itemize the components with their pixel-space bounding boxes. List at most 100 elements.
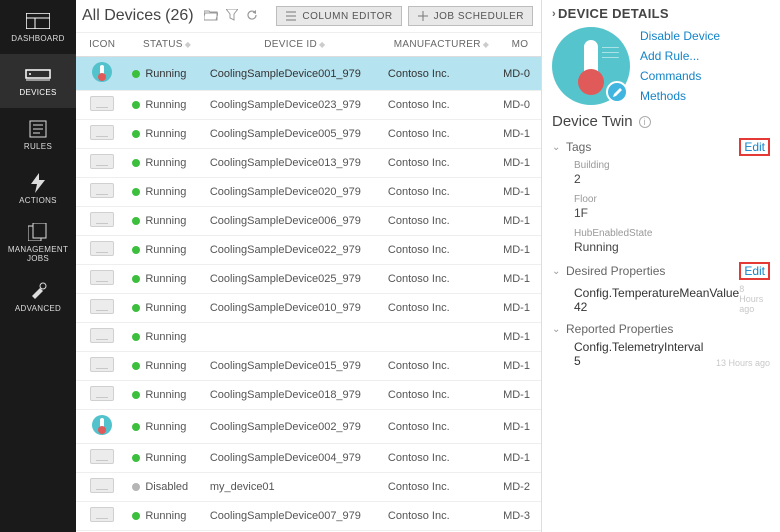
status-text: Running: [145, 128, 186, 140]
cell-model: MD-1: [499, 265, 541, 294]
device-box-icon: [90, 212, 114, 227]
status-dot-icon: [132, 70, 140, 78]
cell-device-id: [206, 323, 384, 352]
methods-link[interactable]: Methods: [640, 89, 720, 103]
table-row[interactable]: Disabled my_device01 Contoso Inc. MD-2: [76, 473, 541, 502]
advanced-icon: [25, 282, 51, 300]
cell-status: Disabled: [128, 473, 206, 502]
status-dot-icon: [132, 304, 140, 312]
table-row[interactable]: Running CoolingSampleDevice010_979 Conto…: [76, 294, 541, 323]
cell-model: MD-1: [499, 178, 541, 207]
main-panel: All Devices (26) COLUMN EDITOR JOB SCHED…: [76, 0, 542, 532]
sidebar-item-actions[interactable]: ACTIONS: [0, 162, 76, 216]
device-box-icon: [90, 328, 114, 343]
cell-model: MD-1: [499, 410, 541, 444]
table-row[interactable]: Running CoolingSampleDevice001_979 Conto…: [76, 57, 541, 91]
table-row[interactable]: Running CoolingSampleDevice018_979 Conto…: [76, 381, 541, 410]
sidebar-item-devices[interactable]: DEVICES: [0, 54, 76, 108]
col-device-id[interactable]: DEVICE ID◆: [206, 33, 384, 57]
cell-manufacturer: Contoso Inc.: [384, 120, 499, 149]
status-dot-icon: [132, 101, 140, 109]
group-reported-header[interactable]: ⌄ Reported Properties: [552, 322, 770, 336]
cell-status: Running: [128, 410, 206, 444]
cell-model: MD-1: [499, 381, 541, 410]
col-model[interactable]: MO: [499, 33, 541, 57]
timeago: 8 Hours ago: [739, 284, 770, 314]
table-row[interactable]: Running CoolingSampleDevice023_979 Conto…: [76, 91, 541, 120]
table-row[interactable]: Running CoolingSampleDevice005_979 Conto…: [76, 120, 541, 149]
device-box-icon: [90, 154, 114, 169]
folder-open-icon[interactable]: [204, 9, 218, 24]
cell-icon: [76, 381, 128, 410]
table-row[interactable]: Running CoolingSampleDevice004_979 Conto…: [76, 444, 541, 473]
table-row[interactable]: Running MD-1: [76, 323, 541, 352]
table-row[interactable]: Running CoolingSampleDevice007_979 Conto…: [76, 502, 541, 531]
disable-device-link[interactable]: Disable Device: [640, 29, 720, 43]
status-text: Running: [145, 360, 186, 372]
sidebar-item-management-jobs[interactable]: MANAGEMENT JOBS: [0, 216, 76, 270]
col-status[interactable]: STATUS◆: [128, 33, 206, 57]
group-tags-header[interactable]: ⌄ Tags Edit: [552, 138, 770, 156]
cell-device-id: CoolingSampleDevice022_979: [206, 236, 384, 265]
cell-status: Running: [128, 178, 206, 207]
filter-icon[interactable]: [226, 9, 238, 24]
cell-device-id: CoolingSampleDevice013_979: [206, 149, 384, 178]
status-text: Disabled: [145, 481, 188, 493]
cell-model: MD-1: [499, 236, 541, 265]
status-text: Running: [145, 452, 186, 464]
edit-desired-link[interactable]: Edit: [744, 264, 765, 278]
cell-device-id: CoolingSampleDevice007_979: [206, 502, 384, 531]
cell-manufacturer: Contoso Inc.: [384, 91, 499, 120]
sidebar-item-advanced[interactable]: ADVANCED: [0, 270, 76, 324]
cell-status: Running: [128, 381, 206, 410]
sidebar-label: DASHBOARD: [11, 34, 64, 43]
table-row[interactable]: Running CoolingSampleDevice002_979 Conto…: [76, 410, 541, 444]
info-icon[interactable]: i: [639, 116, 651, 128]
cell-model: MD-0: [499, 57, 541, 91]
add-rule-link[interactable]: Add Rule...: [640, 49, 720, 63]
table-row[interactable]: Running CoolingSampleDevice013_979 Conto…: [76, 149, 541, 178]
cell-model: MD-1: [499, 352, 541, 381]
group-desired-header[interactable]: ⌄ Desired Properties Edit: [552, 262, 770, 280]
table-row[interactable]: Running CoolingSampleDevice006_979 Conto…: [76, 207, 541, 236]
cell-model: MD-0: [499, 91, 541, 120]
sidebar-item-rules[interactable]: RULES: [0, 108, 76, 162]
cell-icon: [76, 57, 128, 91]
commands-link[interactable]: Commands: [640, 69, 720, 83]
cell-icon: [76, 236, 128, 265]
table-row[interactable]: Running CoolingSampleDevice015_979 Conto…: [76, 352, 541, 381]
actions-icon: [25, 174, 51, 192]
col-icon[interactable]: ICON: [76, 33, 128, 57]
col-manufacturer[interactable]: MANUFACTURER◆: [384, 33, 499, 57]
device-box-icon: [90, 507, 114, 522]
cell-manufacturer: Contoso Inc.: [384, 502, 499, 531]
cell-device-id: CoolingSampleDevice010_979: [206, 294, 384, 323]
cell-model: MD-1: [499, 294, 541, 323]
cell-status: Running: [128, 444, 206, 473]
cell-icon: [76, 444, 128, 473]
group-title: Reported Properties: [566, 322, 770, 336]
sidebar-item-dashboard[interactable]: DASHBOARD: [0, 0, 76, 54]
topbar: All Devices (26) COLUMN EDITOR JOB SCHED…: [76, 0, 541, 33]
edit-avatar-button[interactable]: [606, 81, 628, 103]
table-row[interactable]: Running CoolingSampleDevice022_979 Conto…: [76, 236, 541, 265]
devices-icon: [25, 66, 51, 84]
column-editor-button[interactable]: COLUMN EDITOR: [276, 6, 401, 26]
reported-prop: Config.TelemetryInterval 5 13 Hours ago: [574, 340, 770, 368]
dashboard-icon: [25, 12, 51, 30]
status-dot-icon: [132, 246, 140, 254]
cell-manufacturer: Contoso Inc.: [384, 57, 499, 91]
chevron-right-icon: ›: [552, 8, 556, 20]
table-row[interactable]: Running CoolingSampleDevice025_979 Conto…: [76, 265, 541, 294]
device-box-icon: [90, 270, 114, 285]
device-table-wrap[interactable]: ICON STATUS◆ DEVICE ID◆ MANUFACTURER◆ MO…: [76, 33, 541, 532]
cell-device-id: CoolingSampleDevice002_979: [206, 410, 384, 444]
cell-status: Running: [128, 207, 206, 236]
refresh-icon[interactable]: [246, 9, 258, 24]
table-row[interactable]: Running CoolingSampleDevice020_979 Conto…: [76, 178, 541, 207]
edit-tags-link[interactable]: Edit: [744, 140, 765, 154]
job-scheduler-button[interactable]: JOB SCHEDULER: [408, 6, 533, 26]
device-twin-title: Device Twin i: [552, 113, 770, 130]
cell-manufacturer: Contoso Inc.: [384, 410, 499, 444]
device-box-icon: [90, 183, 114, 198]
